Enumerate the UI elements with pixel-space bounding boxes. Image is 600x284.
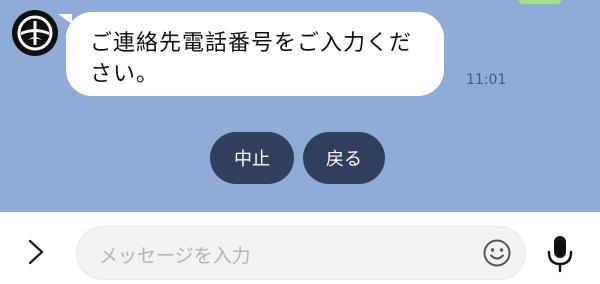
message-input-placeholder: メッセージを入力	[99, 245, 251, 267]
company-logo-icon	[17, 15, 53, 51]
message-input[interactable]: メッセージを入力	[76, 226, 526, 280]
quick-reply-back-button[interactable]: 戻る	[303, 132, 385, 184]
chevron-right-icon[interactable]	[24, 238, 48, 266]
message-bubble: ご連絡先電話番号をご入力ください。	[66, 12, 444, 96]
quick-reply-cancel-button[interactable]: 中止	[210, 132, 294, 184]
microphone-icon[interactable]	[546, 234, 574, 274]
message-text: ご連絡先電話番号をご入力ください。	[90, 31, 413, 87]
chat-area: ご連絡先電話番号をご入力ください。 11:01 中止 戻る	[0, 0, 600, 212]
smiley-icon[interactable]	[482, 238, 512, 268]
message-timestamp: 11:01	[466, 72, 507, 88]
input-bar: メッセージを入力	[0, 212, 600, 284]
top-edge-badge	[518, 0, 562, 4]
avatar[interactable]	[12, 10, 58, 56]
